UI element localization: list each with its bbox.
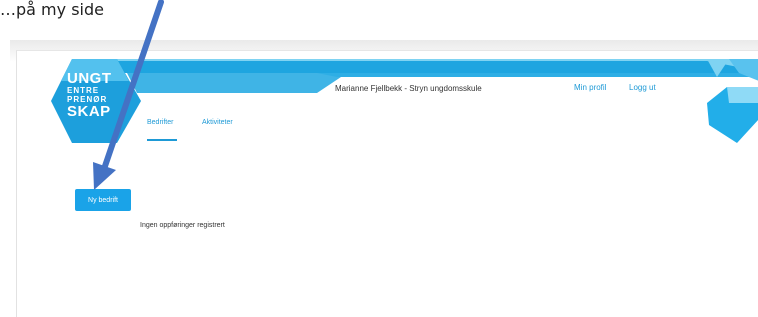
- annotation-arrow: [93, 0, 164, 190]
- arrow-head-icon: [93, 162, 116, 190]
- arrow-shaft: [100, 0, 164, 175]
